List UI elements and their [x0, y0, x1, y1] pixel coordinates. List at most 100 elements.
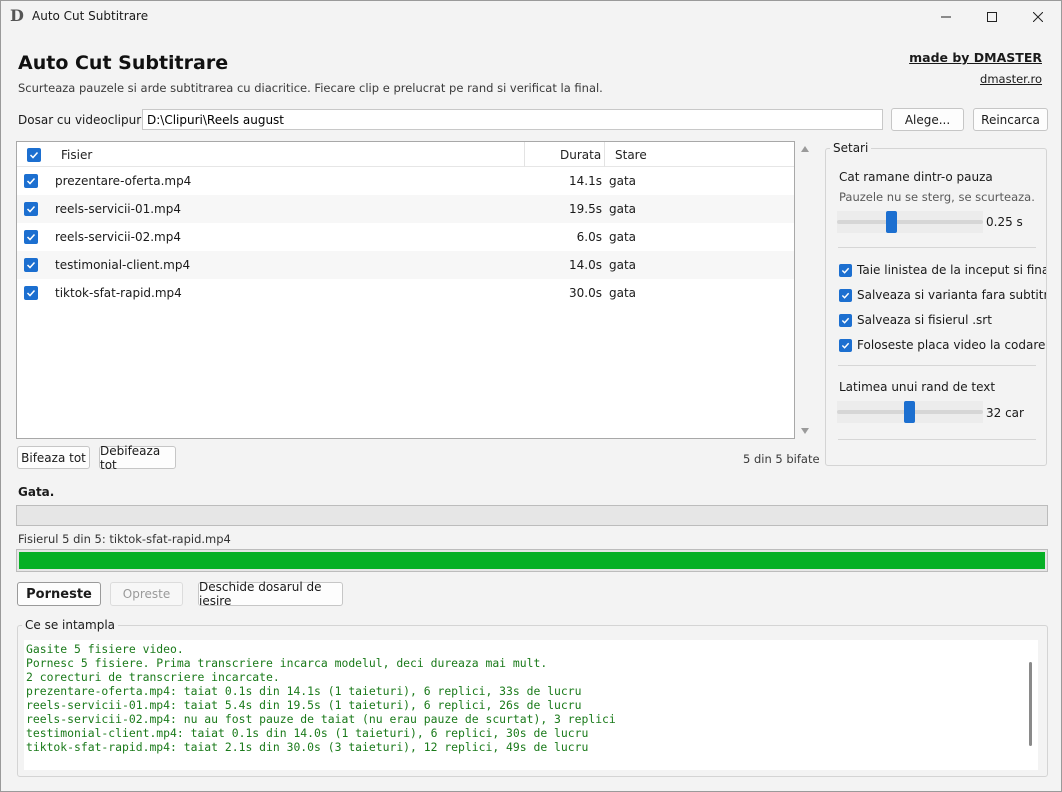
select-all-checkbox[interactable]: [27, 148, 41, 162]
file-state: gata: [609, 286, 637, 300]
option-label: Foloseste placa video la codare: [857, 338, 1046, 352]
checkmark-icon: [841, 342, 850, 349]
file-row[interactable]: prezentare-oferta.mp4 14.1s gata: [17, 167, 794, 195]
row-checkbox[interactable]: [24, 230, 38, 244]
column-separator: [604, 142, 605, 167]
column-header-state[interactable]: Stare: [615, 148, 647, 162]
option-checkbox[interactable]: [839, 339, 852, 352]
option-label: Taie linistea de la inceput si final: [857, 263, 1047, 277]
row-checkbox[interactable]: [24, 286, 38, 300]
column-header-duration[interactable]: Durata: [560, 148, 601, 162]
log-title: Ce se intampla: [22, 618, 119, 632]
log-line: 2 corecturi de transcriere incarcate.: [26, 670, 280, 684]
checkmark-icon: [841, 317, 850, 324]
log-line: prezentare-oferta.mp4: taiat 0.1s din 14…: [26, 684, 582, 698]
column-separator: [524, 142, 525, 167]
file-progress-fill: [19, 552, 1045, 569]
log-scroll-thumb[interactable]: [1029, 662, 1032, 746]
checkmark-icon: [26, 233, 36, 241]
browse-button[interactable]: Alege...: [891, 108, 964, 131]
maximize-button[interactable]: [969, 1, 1015, 32]
column-header-file[interactable]: Fisier: [61, 148, 92, 162]
option-checkbox[interactable]: [839, 289, 852, 302]
pause-slider[interactable]: [837, 220, 983, 224]
file-list[interactable]: Fisier Durata Stare prezentare-oferta.mp…: [16, 141, 795, 439]
file-list-scrollbar[interactable]: [798, 141, 812, 439]
line-width-label: Latimea unui rand de text: [839, 380, 996, 394]
file-row[interactable]: reels-servicii-02.mp4 6.0s gata: [17, 223, 794, 251]
status-text: Gata.: [18, 485, 55, 499]
reload-button[interactable]: Reincarca: [973, 108, 1048, 131]
window-title: Auto Cut Subtitrare: [32, 9, 149, 23]
file-state: gata: [609, 174, 637, 188]
page-title: Auto Cut Subtitrare: [18, 52, 229, 74]
folder-path-input[interactable]: [142, 109, 883, 130]
option-checkbox[interactable]: [839, 314, 852, 327]
site-link[interactable]: dmaster.ro: [980, 72, 1042, 86]
open-output-button[interactable]: Deschide dosarul de iesire: [198, 580, 343, 608]
minimize-button[interactable]: [923, 1, 969, 32]
checkmark-icon: [26, 177, 36, 185]
checkmark-icon: [26, 261, 36, 269]
title-bar: D Auto Cut Subtitrare: [1, 1, 1061, 32]
file-name: testimonial-client.mp4: [55, 258, 191, 272]
file-state: gata: [609, 202, 637, 216]
log-line: reels-servicii-02.mp4: nu au fost pauze …: [26, 712, 616, 726]
app-window: D Auto Cut Subtitrare Auto Cut Subtitrar…: [0, 0, 1062, 792]
log-line: Pornesc 5 fisiere. Prima transcriere inc…: [26, 656, 548, 670]
deselect-all-button[interactable]: Debifeaza tot: [99, 444, 176, 472]
checkmark-icon: [29, 151, 39, 159]
select-all-button[interactable]: Bifeaza tot: [17, 446, 90, 469]
option-checkbox[interactable]: [839, 264, 852, 277]
start-button[interactable]: Porneste: [17, 582, 101, 606]
scroll-down-icon[interactable]: [801, 428, 809, 434]
file-duration: 30.0s: [569, 286, 602, 300]
log-scrollbar[interactable]: [1024, 640, 1038, 770]
minimize-icon: [941, 16, 951, 17]
file-row[interactable]: tiktok-sfat-rapid.mp4 30.0s gata: [17, 279, 794, 307]
stop-button[interactable]: Opreste: [110, 582, 183, 606]
close-button[interactable]: [1015, 1, 1061, 32]
file-name: prezentare-oferta.mp4: [55, 174, 192, 188]
close-icon: [1033, 11, 1043, 22]
line-width-value: 32 car: [986, 406, 1024, 420]
divider: [838, 439, 1036, 440]
file-duration: 19.5s: [569, 202, 602, 216]
file-row[interactable]: testimonial-client.mp4 14.0s gata: [17, 251, 794, 279]
file-progress-bar: [16, 549, 1048, 572]
file-row[interactable]: reels-servicii-01.mp4 19.5s gata: [17, 195, 794, 223]
log-line: tiktok-sfat-rapid.mp4: taiat 2.1s din 30…: [26, 740, 589, 754]
line-width-slider-thumb[interactable]: [904, 401, 915, 423]
row-checkbox[interactable]: [24, 258, 38, 272]
file-list-header: Fisier Durata Stare: [17, 142, 794, 167]
scroll-up-icon[interactable]: [801, 146, 809, 152]
checkmark-icon: [841, 292, 850, 299]
made-by-link[interactable]: made by DMASTER: [909, 50, 1042, 65]
row-checkbox[interactable]: [24, 202, 38, 216]
pause-note: Pauzele nu se sterg, se scurteaza.: [839, 190, 1035, 204]
file-state: gata: [609, 230, 637, 244]
folder-label: Dosar cu videoclipuri:: [18, 113, 149, 127]
checkmark-icon: [841, 267, 850, 274]
overall-progress-bar: [16, 505, 1048, 526]
file-duration: 6.0s: [576, 230, 602, 244]
file-duration: 14.1s: [569, 174, 602, 188]
row-checkbox[interactable]: [24, 174, 38, 188]
log-output[interactable]: Gasite 5 fisiere video. Pornesc 5 fisiere…: [24, 640, 1024, 770]
file-name: reels-servicii-02.mp4: [55, 230, 181, 244]
page-subtitle: Scurteaza pauzele si arde subtitrarea cu…: [18, 81, 603, 95]
divider: [838, 247, 1036, 248]
divider: [838, 365, 1036, 366]
current-file-info: Fisierul 5 din 5: tiktok-sfat-rapid.mp4: [18, 532, 231, 546]
log-line: reels-servicii-01.mp4: taiat 5.4s din 19…: [26, 698, 582, 712]
option-label: Salveaza si fisierul .srt: [857, 313, 992, 327]
pause-label: Cat ramane dintr-o pauza: [839, 170, 993, 184]
log-line: Gasite 5 fisiere video.: [26, 642, 184, 656]
selected-count: 5 din 5 bifate: [743, 452, 820, 466]
pause-slider-thumb[interactable]: [886, 211, 897, 233]
settings-title: Setari: [830, 141, 872, 155]
option-label: Salveaza si varianta fara subtitrare: [857, 288, 1047, 302]
app-logo-icon: D: [10, 6, 24, 25]
settings-panel: Cat ramane dintr-o pauza Pauzele nu se s…: [825, 148, 1047, 466]
maximize-icon: [987, 11, 997, 22]
